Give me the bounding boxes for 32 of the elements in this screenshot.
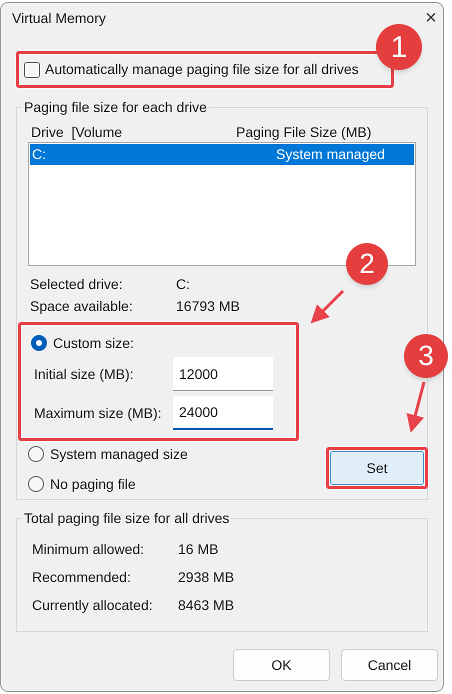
info-value: C: [176,274,190,294]
window-title: Virtual Memory [12,8,106,28]
info-value: 16793 MB [176,296,240,316]
field-label: Maximum size (MB): [33,404,163,423]
info-label: Minimum allowed: [32,540,146,558]
list-row[interactable]: C: System managed [30,144,414,165]
radio-label: Custom size: [53,334,134,352]
radio-button[interactable] [28,476,44,492]
checkbox-label: Automatically manage paging file size for all drives [45,60,359,79]
column-header: Drive [Volume [31,122,124,142]
dialog-button[interactable]: OK [233,649,330,681]
field-label: Initial size (MB): [33,364,135,384]
size-field[interactable]: 12000 [173,357,273,391]
close-button[interactable]: × [424,8,438,28]
pointer-arrow [406,382,426,433]
info-value: 2938 MB [178,568,234,586]
info-value: 8463 MB [178,596,234,614]
info-value: 16 MB [178,540,218,558]
radio-button[interactable] [28,446,44,462]
dialog-button[interactable]: Cancel [341,649,438,681]
info-label: Selected drive: [30,274,124,294]
size-field[interactable]: 24000 [173,396,273,430]
radio-label: System managed size [50,444,188,464]
info-label: Space available: [30,296,134,316]
column-header: Paging File Size (MB) [236,122,372,142]
radio-button[interactable] [31,335,47,351]
pointer-arrow [310,290,344,324]
info-label: Currently allocated: [32,596,154,615]
checkbox[interactable] [24,62,40,78]
radio-label: No paging file [50,474,136,494]
info-label: Recommended: [32,568,132,586]
set-button[interactable]: Set [330,451,424,485]
